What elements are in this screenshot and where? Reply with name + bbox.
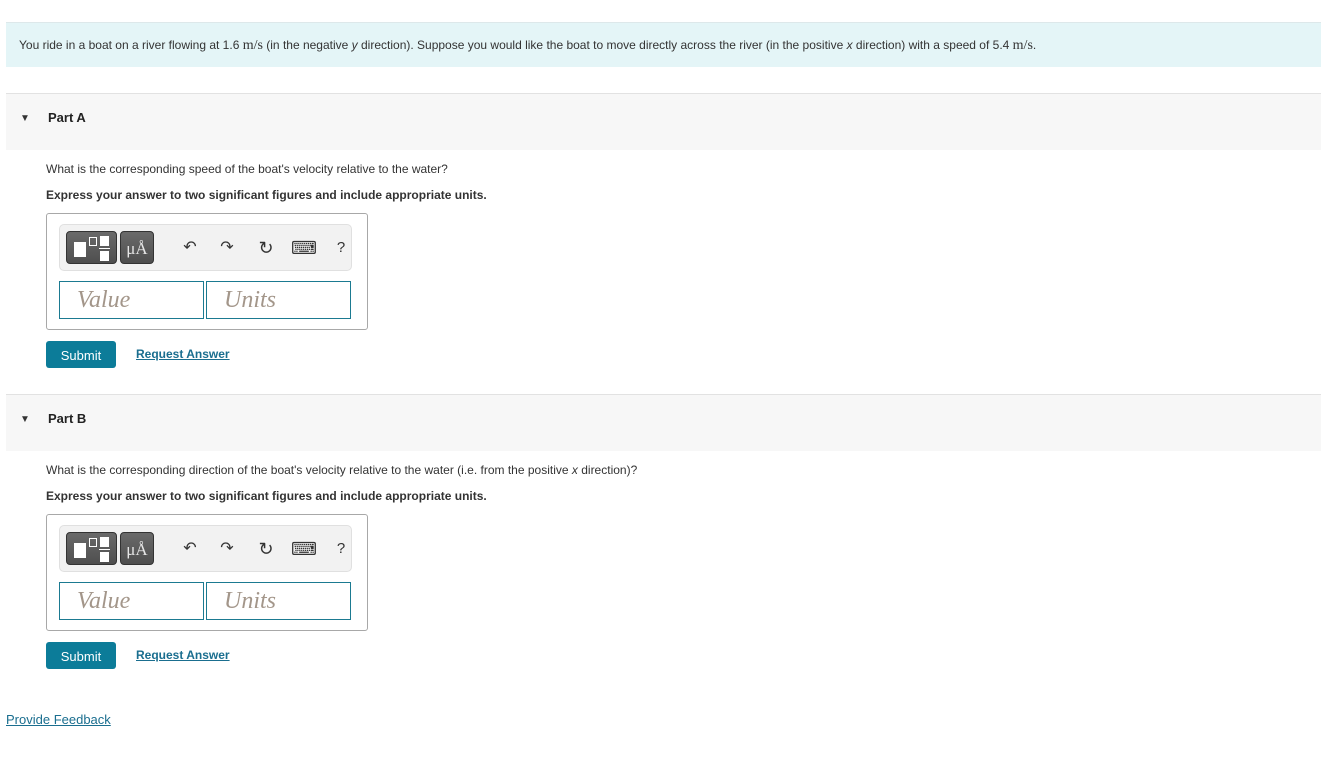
problem-statement: You ride in a boat on a river flowing at… — [6, 22, 1321, 67]
value-input[interactable] — [60, 583, 203, 619]
template-fraction-bottom-icon — [100, 251, 109, 261]
template-fraction-bar-icon — [99, 549, 110, 550]
template-square-icon — [74, 543, 86, 558]
units-button[interactable]: μÅ — [120, 231, 154, 264]
intro-middle1: (in the negative — [262, 38, 352, 52]
part-a-title: Part A — [48, 110, 86, 125]
part-b-instruction: Express your answer to two significant f… — [46, 489, 487, 503]
template-fraction-top-icon — [100, 537, 109, 547]
part-b-request-answer-link[interactable]: Request Answer — [136, 648, 230, 662]
undo-icon[interactable]: ↶ — [179, 538, 201, 560]
undo-icon[interactable]: ↶ — [179, 237, 201, 259]
part-a-instruction: Express your answer to two significant f… — [46, 188, 487, 202]
question-text: What is the corresponding direction of t… — [46, 463, 572, 477]
value-field[interactable] — [59, 281, 204, 319]
units-field[interactable] — [206, 582, 351, 620]
part-b-answer-box: μÅ ↶ ↷ ↻ ⌨ ? — [46, 514, 368, 631]
part-b-question: What is the corresponding direction of t… — [46, 463, 637, 477]
problem-text: You ride in a boat on a river flowing at… — [19, 38, 1036, 54]
keyboard-icon[interactable]: ⌨ — [291, 237, 317, 259]
redo-icon[interactable]: ↷ — [216, 538, 238, 560]
units-input[interactable] — [207, 583, 350, 619]
intro-middle3: direction) with a speed of 5.4 — [852, 38, 1013, 52]
intro-suffix: . — [1032, 38, 1037, 52]
part-b-header[interactable]: ▼ Part B — [6, 394, 1321, 451]
unit-boat: m/s — [1012, 38, 1033, 53]
math-toolbar: μÅ ↶ ↷ ↻ ⌨ ? — [59, 525, 352, 572]
unit-river: m/s — [242, 38, 263, 53]
part-b-submit-button[interactable]: Submit — [46, 642, 116, 669]
units-input[interactable] — [207, 282, 350, 318]
intro-prefix: You ride in a boat on a river flowing at… — [19, 38, 243, 52]
templates-button[interactable] — [66, 231, 117, 264]
value-input[interactable] — [60, 282, 203, 318]
template-fraction-bottom-icon — [100, 552, 109, 562]
redo-icon[interactable]: ↷ — [216, 237, 238, 259]
template-small-square-icon — [89, 237, 97, 246]
collapse-caret-icon[interactable]: ▼ — [20, 414, 30, 425]
units-field[interactable] — [206, 281, 351, 319]
part-a-answer-box: μÅ ↶ ↷ ↻ ⌨ ? — [46, 213, 368, 330]
part-a-header[interactable]: ▼ Part A — [6, 93, 1321, 150]
templates-button[interactable] — [66, 532, 117, 565]
part-a-question: What is the corresponding speed of the b… — [46, 162, 448, 176]
reset-icon[interactable]: ↻ — [255, 538, 277, 560]
math-toolbar: μÅ ↶ ↷ ↻ ⌨ ? — [59, 224, 352, 271]
help-icon[interactable]: ? — [330, 538, 352, 560]
question-text: What is the corresponding speed of the b… — [46, 162, 448, 176]
units-button[interactable]: μÅ — [120, 532, 154, 565]
provide-feedback-link[interactable]: Provide Feedback — [6, 712, 111, 727]
help-icon[interactable]: ? — [330, 237, 352, 259]
template-square-icon — [74, 242, 86, 257]
keyboard-icon[interactable]: ⌨ — [291, 538, 317, 560]
collapse-caret-icon[interactable]: ▼ — [20, 113, 30, 124]
reset-icon[interactable]: ↻ — [255, 237, 277, 259]
template-fraction-top-icon — [100, 236, 109, 246]
part-b-title: Part B — [48, 411, 87, 426]
template-fraction-bar-icon — [99, 248, 110, 249]
question-suffix: direction)? — [577, 463, 638, 477]
part-a-submit-button[interactable]: Submit — [46, 341, 116, 368]
template-small-square-icon — [89, 538, 97, 547]
part-a-request-answer-link[interactable]: Request Answer — [136, 347, 230, 361]
value-field[interactable] — [59, 582, 204, 620]
intro-middle2: direction). Suppose you would like the b… — [357, 38, 847, 52]
